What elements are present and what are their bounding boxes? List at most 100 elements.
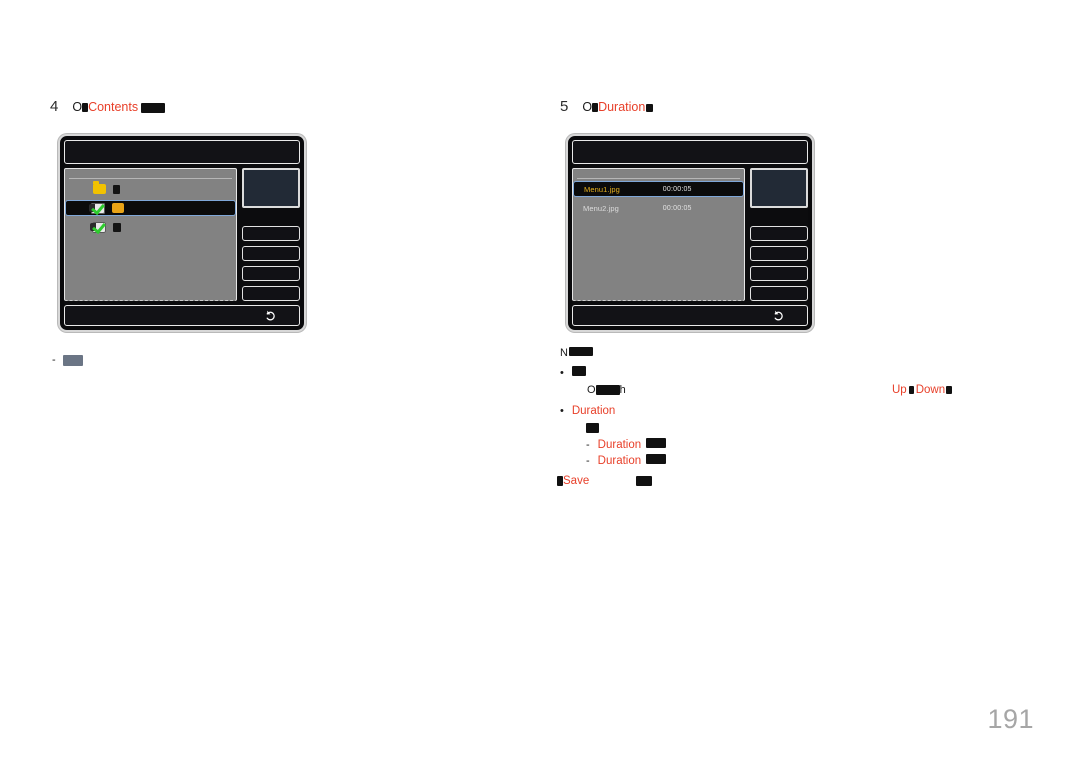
step-5-text: O Duration [582, 100, 654, 115]
table-row[interactable]: Menu2.jpg 00:00:05 [573, 200, 744, 216]
notes-item-1: • [560, 366, 586, 379]
manual-page: 4 O Contents - 5 O Duration Menu1.jpg 00… [0, 0, 1080, 763]
left-row-0-label [113, 184, 121, 194]
notes-item-1-sub-redaction [595, 385, 620, 396]
checkbox-checked-icon[interactable] [90, 221, 107, 233]
step-5-heading: 5 O Duration [560, 98, 654, 115]
notes-footer-trailing-redaction [636, 476, 653, 487]
right-row-1-filename: Menu2.jpg [583, 203, 619, 213]
left-note-redaction [62, 354, 83, 366]
step-4-text: O Contents [72, 100, 166, 115]
right-row-1-duration: 00:00:05 [662, 204, 692, 212]
right-side-button-3[interactable] [750, 266, 808, 281]
right-side-button-1[interactable] [750, 226, 808, 241]
table-row[interactable] [65, 200, 236, 216]
page-number: 191 [987, 704, 1034, 734]
down-label: Down [915, 384, 946, 396]
left-row-0-cell [65, 181, 149, 194]
right-side-spacer [750, 213, 808, 221]
right-screen-bottombar [572, 305, 808, 326]
notes-item-2-sub-1-redaction [646, 438, 667, 448]
step-5-keyword: Duration [598, 100, 646, 114]
notes-item-2-sub-1-dash: - [586, 439, 590, 451]
left-row-1-label [111, 203, 124, 213]
right-column-separator [577, 169, 740, 179]
right-side-button-2[interactable] [750, 246, 808, 261]
notes-item-2-sub-1: - Duration [586, 438, 667, 454]
right-preview-thumbnail [750, 168, 808, 208]
right-device-screenshot: Menu1.jpg 00:00:05 Menu2.jpg 00:00:05 [566, 134, 814, 332]
right-row-0-duration: 00:00:05 [662, 185, 692, 193]
notes-item-1-bullet: • [560, 367, 564, 379]
checkbox-checked-icon[interactable] [88, 202, 105, 214]
left-row-2-cell [65, 221, 149, 233]
left-side-button-1[interactable] [242, 226, 300, 241]
table-row[interactable]: Menu1.jpg 00:00:05 [573, 181, 744, 197]
notes-item-1-redaction [571, 366, 586, 376]
left-preview-thumbnail [242, 168, 300, 208]
left-screen-titlebar [64, 140, 300, 164]
duration-label: Duration [571, 405, 616, 417]
left-side-button-2[interactable] [242, 246, 300, 261]
right-side-panel [750, 168, 808, 301]
notes-item-1-sub-suffix: h [619, 384, 626, 396]
notes-item-2-lead-redaction [586, 423, 599, 434]
step-5-number: 5 [560, 98, 569, 115]
left-note: - [52, 354, 83, 366]
step-5-prefix: O [582, 100, 593, 114]
left-screen-body [64, 168, 300, 301]
notes-item-2-sub-2-redaction [646, 454, 667, 464]
back-arrow-icon[interactable] [772, 309, 785, 322]
left-side-panel [242, 168, 300, 301]
folder-icon [93, 181, 107, 194]
table-row[interactable] [65, 219, 236, 235]
notes-item-2-bullet: • [560, 405, 564, 417]
step-4-heading: 4 O Contents [50, 98, 166, 115]
step-4-keyword: Contents [88, 100, 139, 114]
notes-heading-redaction [568, 347, 593, 356]
down-trailing-redaction [946, 386, 953, 395]
right-screen: Menu1.jpg 00:00:05 Menu2.jpg 00:00:05 [572, 140, 808, 326]
right-row-0-duration-cell: 00:00:05 [657, 186, 740, 193]
notes-item-2-sub-1-label: Duration [597, 439, 642, 451]
step-4-redaction-b [141, 102, 166, 113]
right-screen-titlebar [572, 140, 808, 164]
notes-item-2: • Duration [560, 404, 615, 420]
left-side-spacer [242, 213, 300, 221]
notes-item-2-sub-2-dash: - [586, 455, 590, 467]
notes-item-1-sub: Oh [587, 383, 626, 398]
right-side-button-4[interactable] [750, 286, 808, 301]
right-row-1-duration-cell: 00:00:05 [657, 205, 741, 212]
back-arrow-icon[interactable] [264, 309, 277, 322]
left-content-list[interactable] [64, 168, 237, 301]
left-side-button-4[interactable] [242, 286, 300, 301]
step-4-prefix: O [72, 100, 83, 114]
notes-heading: N [560, 346, 593, 361]
right-row-1-name-cell: Menu2.jpg [573, 204, 657, 213]
step-5-redaction-b [646, 103, 654, 112]
left-note-dash: - [52, 354, 56, 366]
step-4-number: 4 [50, 98, 59, 115]
notes-item-1-sub-prefix: O [587, 384, 596, 396]
table-row[interactable] [65, 181, 236, 197]
right-row-0-filename: Menu1.jpg [584, 184, 620, 194]
save-label: Save [563, 475, 590, 487]
up-label: Up [892, 384, 907, 396]
notes-item-2-sub-2: - Duration [586, 454, 667, 470]
left-row-1-cell [66, 202, 149, 214]
notes-item-2-lead [586, 421, 599, 436]
notes-item-1-right: Up Down [892, 383, 953, 399]
left-column-separator [69, 169, 232, 179]
right-row-0-name-cell: Menu1.jpg [574, 185, 657, 194]
right-content-list[interactable]: Menu1.jpg 00:00:05 Menu2.jpg 00:00:05 [572, 168, 745, 301]
up-down-redaction [908, 386, 914, 395]
right-screen-body: Menu1.jpg 00:00:05 Menu2.jpg 00:00:05 [572, 168, 808, 301]
left-row-2-label [113, 222, 122, 232]
notes-heading-prefix: N [560, 347, 568, 359]
notes-footer: Save [557, 474, 653, 490]
left-screen [64, 140, 300, 326]
left-screen-bottombar [64, 305, 300, 326]
left-device-screenshot [58, 134, 306, 332]
notes-item-2-sub-2-label: Duration [597, 455, 642, 467]
left-side-button-3[interactable] [242, 266, 300, 281]
